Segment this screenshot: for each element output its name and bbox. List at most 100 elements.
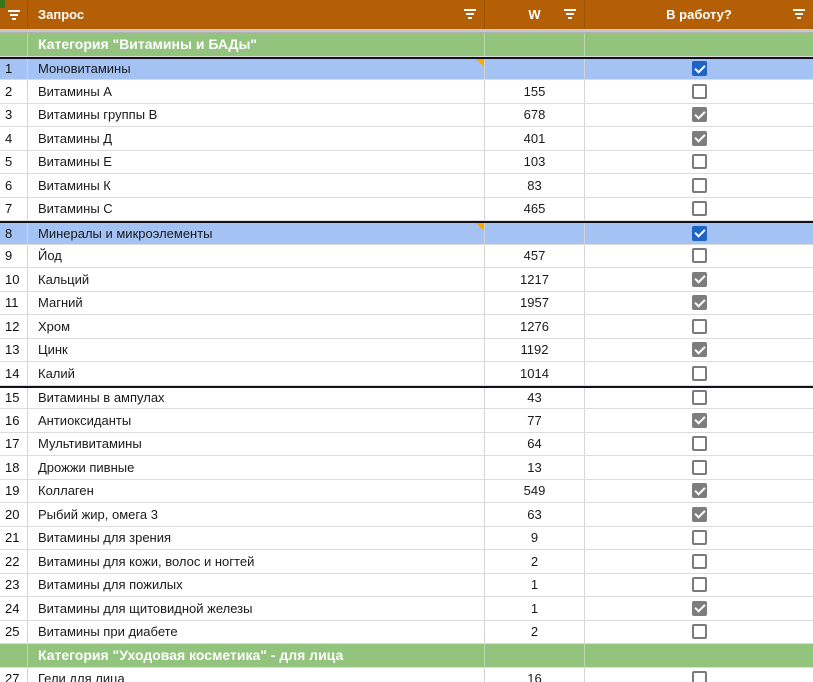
query-cell[interactable]: Витамины в ампулах bbox=[28, 388, 485, 409]
work-cell[interactable] bbox=[585, 362, 813, 385]
checkbox[interactable] bbox=[692, 507, 707, 522]
work-cell[interactable] bbox=[585, 315, 813, 338]
work-cell[interactable] bbox=[585, 223, 813, 244]
checkbox[interactable] bbox=[692, 84, 707, 99]
row-number-cell[interactable]: 13 bbox=[0, 339, 28, 362]
work-cell[interactable] bbox=[585, 245, 813, 268]
work-cell[interactable] bbox=[585, 597, 813, 620]
w-value-cell[interactable]: 1 bbox=[485, 574, 585, 597]
query-cell[interactable]: Хром bbox=[28, 315, 485, 338]
row-number-cell[interactable]: 2 bbox=[0, 80, 28, 103]
row-number-cell[interactable]: 18 bbox=[0, 456, 28, 479]
checkbox[interactable] bbox=[692, 178, 707, 193]
checkbox[interactable] bbox=[692, 319, 707, 334]
checkbox[interactable] bbox=[692, 483, 707, 498]
work-cell[interactable] bbox=[585, 59, 813, 80]
row-number-cell[interactable]: 9 bbox=[0, 245, 28, 268]
column-header-w[interactable]: W bbox=[485, 0, 585, 29]
checkbox[interactable] bbox=[692, 530, 707, 545]
row-number-cell[interactable]: 8 bbox=[0, 223, 28, 244]
work-cell[interactable] bbox=[585, 527, 813, 550]
work-cell[interactable] bbox=[585, 127, 813, 150]
w-value-cell[interactable]: 2 bbox=[485, 550, 585, 573]
w-value-cell[interactable]: 2 bbox=[485, 621, 585, 644]
w-value-cell[interactable]: 83 bbox=[485, 174, 585, 197]
column-header-query[interactable]: Запрос bbox=[28, 0, 485, 29]
w-value-cell[interactable]: 1014 bbox=[485, 362, 585, 385]
row-number-cell[interactable]: 15 bbox=[0, 388, 28, 409]
w-value-cell[interactable]: 1192 bbox=[485, 339, 585, 362]
row-number-cell[interactable]: 1 bbox=[0, 59, 28, 80]
w-value-cell[interactable]: 1276 bbox=[485, 315, 585, 338]
w-value-cell[interactable]: 549 bbox=[485, 480, 585, 503]
column-header-work[interactable]: В работу? bbox=[585, 0, 813, 29]
filter-icon[interactable] bbox=[793, 9, 805, 19]
w-value-cell[interactable]: 63 bbox=[485, 503, 585, 526]
checkbox[interactable] bbox=[692, 436, 707, 451]
query-cell[interactable]: Йод bbox=[28, 245, 485, 268]
row-number-cell[interactable]: 12 bbox=[0, 315, 28, 338]
checkbox[interactable] bbox=[692, 577, 707, 592]
checkbox[interactable] bbox=[692, 460, 707, 475]
checkbox[interactable] bbox=[692, 272, 707, 287]
row-number-cell[interactable]: 6 bbox=[0, 174, 28, 197]
checkbox[interactable] bbox=[692, 154, 707, 169]
w-value-cell[interactable]: 43 bbox=[485, 388, 585, 409]
row-number-cell[interactable] bbox=[0, 33, 28, 56]
query-cell[interactable]: Витамины для кожи, волос и ногтей bbox=[28, 550, 485, 573]
checkbox[interactable] bbox=[692, 201, 707, 216]
query-cell[interactable]: Витамины группы В bbox=[28, 104, 485, 127]
checkbox[interactable] bbox=[692, 390, 707, 405]
query-cell[interactable]: Витамины К bbox=[28, 174, 485, 197]
work-cell[interactable] bbox=[585, 550, 813, 573]
query-cell[interactable]: Категория "Уходовая косметика" - для лиц… bbox=[28, 644, 485, 667]
work-cell[interactable] bbox=[585, 292, 813, 315]
query-cell[interactable]: Мультивитамины bbox=[28, 433, 485, 456]
work-cell[interactable] bbox=[585, 456, 813, 479]
query-cell[interactable]: Витамины для щитовидной железы bbox=[28, 597, 485, 620]
w-value-cell[interactable]: 16 bbox=[485, 668, 585, 682]
w-value-cell[interactable]: 678 bbox=[485, 104, 585, 127]
checkbox[interactable] bbox=[692, 601, 707, 616]
checkbox[interactable] bbox=[692, 61, 707, 76]
work-cell[interactable] bbox=[585, 33, 813, 56]
row-number-cell[interactable]: 17 bbox=[0, 433, 28, 456]
checkbox[interactable] bbox=[692, 554, 707, 569]
work-cell[interactable] bbox=[585, 198, 813, 221]
query-cell[interactable]: Категория "Витамины и БАДы" bbox=[28, 33, 485, 56]
w-value-cell[interactable]: 1 bbox=[485, 597, 585, 620]
row-number-cell[interactable]: 20 bbox=[0, 503, 28, 526]
work-cell[interactable] bbox=[585, 80, 813, 103]
work-cell[interactable] bbox=[585, 388, 813, 409]
work-cell[interactable] bbox=[585, 151, 813, 174]
w-value-cell[interactable]: 9 bbox=[485, 527, 585, 550]
row-number-cell[interactable]: 22 bbox=[0, 550, 28, 573]
row-number-cell[interactable]: 10 bbox=[0, 268, 28, 291]
query-cell[interactable]: Гели для лица bbox=[28, 668, 485, 682]
row-number-cell[interactable]: 7 bbox=[0, 198, 28, 221]
filter-icon[interactable] bbox=[8, 10, 20, 20]
checkbox[interactable] bbox=[692, 366, 707, 381]
w-value-cell[interactable] bbox=[485, 223, 585, 244]
query-cell[interactable]: Кальций bbox=[28, 268, 485, 291]
checkbox[interactable] bbox=[692, 248, 707, 263]
w-value-cell[interactable] bbox=[485, 59, 585, 80]
row-number-cell[interactable]: 16 bbox=[0, 409, 28, 432]
filter-icon[interactable] bbox=[564, 9, 576, 19]
row-number-cell[interactable]: 21 bbox=[0, 527, 28, 550]
w-value-cell[interactable] bbox=[485, 644, 585, 667]
w-value-cell[interactable]: 103 bbox=[485, 151, 585, 174]
query-cell[interactable]: Витамины для зрения bbox=[28, 527, 485, 550]
row-number-cell[interactable]: 3 bbox=[0, 104, 28, 127]
work-cell[interactable] bbox=[585, 621, 813, 644]
row-number-cell[interactable]: 4 bbox=[0, 127, 28, 150]
w-value-cell[interactable]: 1957 bbox=[485, 292, 585, 315]
w-value-cell[interactable]: 64 bbox=[485, 433, 585, 456]
row-number-cell[interactable]: 24 bbox=[0, 597, 28, 620]
query-cell[interactable]: Витамины А bbox=[28, 80, 485, 103]
row-number-cell[interactable]: 23 bbox=[0, 574, 28, 597]
work-cell[interactable] bbox=[585, 433, 813, 456]
query-cell[interactable]: Витамины для пожилых bbox=[28, 574, 485, 597]
work-cell[interactable] bbox=[585, 480, 813, 503]
w-value-cell[interactable]: 1217 bbox=[485, 268, 585, 291]
